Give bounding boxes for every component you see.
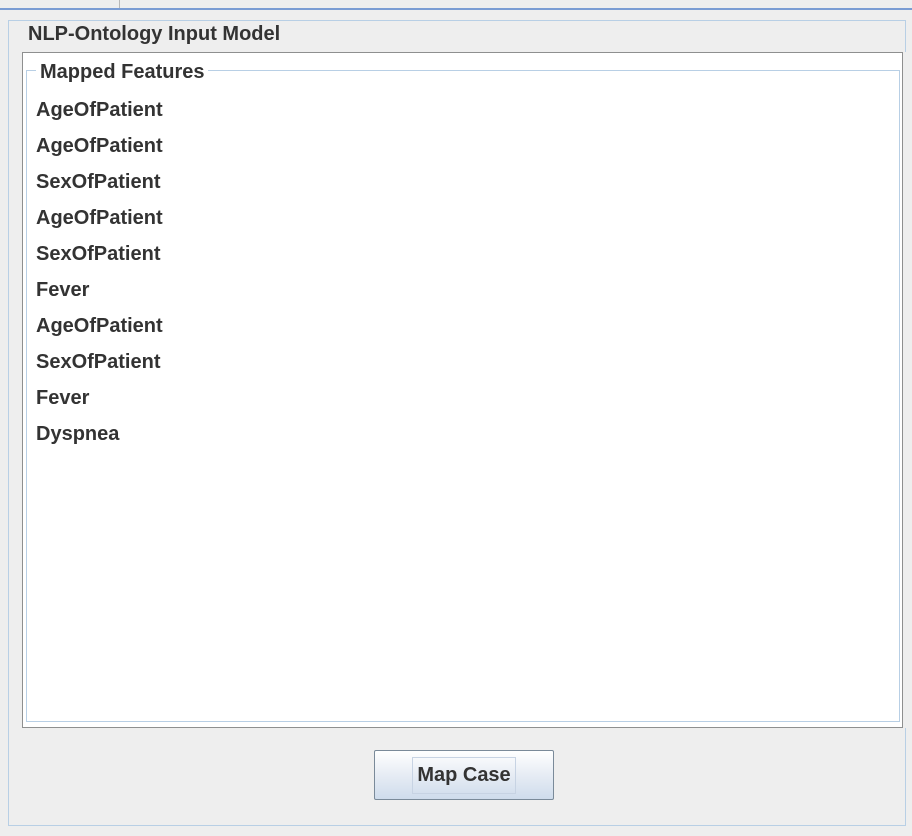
mapped-features-list: AgeOfPatient AgeOfPatient SexOfPatient A… xyxy=(36,92,163,452)
list-item[interactable]: Fever xyxy=(36,272,163,308)
list-item[interactable]: AgeOfPatient xyxy=(36,92,163,128)
list-item[interactable]: Dyspnea xyxy=(36,416,163,452)
list-item[interactable]: SexOfPatient xyxy=(36,344,163,380)
top-separator-tick xyxy=(119,0,120,8)
list-item[interactable]: AgeOfPatient xyxy=(36,308,163,344)
panel-title: NLP-Ontology Input Model xyxy=(24,22,285,46)
top-strip xyxy=(0,0,912,12)
list-item[interactable]: SexOfPatient xyxy=(36,164,163,200)
list-item[interactable]: Fever xyxy=(36,380,163,416)
vertical-scrollbar[interactable] xyxy=(902,52,912,728)
map-case-button-label: Map Case xyxy=(412,756,516,794)
map-case-button[interactable]: Map Case xyxy=(374,750,554,800)
list-item[interactable]: AgeOfPatient xyxy=(36,128,163,164)
list-item[interactable]: AgeOfPatient xyxy=(36,200,163,236)
list-item[interactable]: SexOfPatient xyxy=(36,236,163,272)
top-divider xyxy=(0,8,912,10)
mapped-features-title: Mapped Features xyxy=(36,60,209,84)
